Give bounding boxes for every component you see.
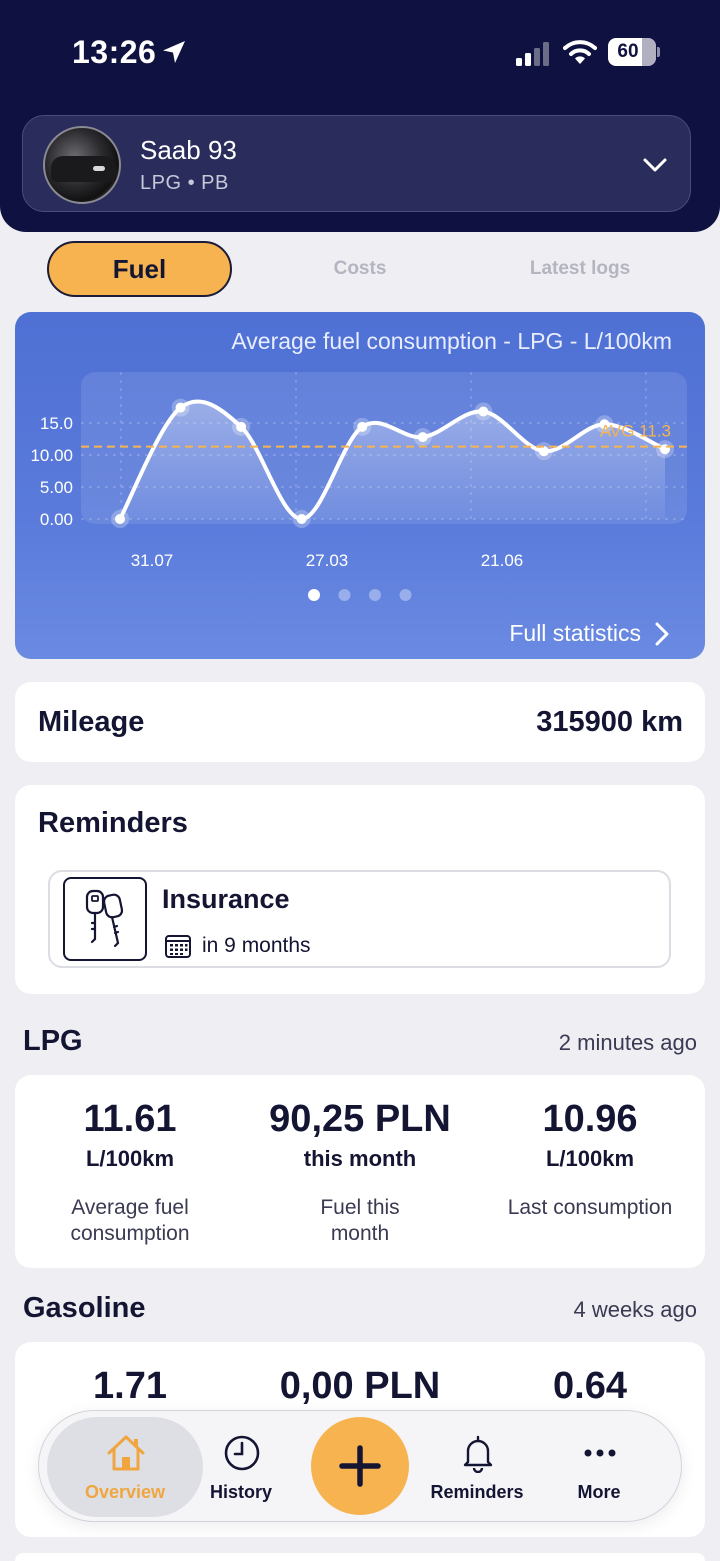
fuel-chart-card[interactable]: AVG 11.3 0.00 5.00 10.00 15.0 31.07 27.03 21.06… <box>15 312 705 659</box>
y-tick-label: 5.00 <box>40 478 73 497</box>
data-point <box>357 421 368 432</box>
tab-label: Overview <box>84 1482 166 1502</box>
page-dot <box>369 589 381 601</box>
average-label: AVG 11.3 <box>600 422 671 441</box>
stat-value: 0.64 <box>553 1365 627 1407</box>
data-point <box>478 406 489 417</box>
header: 13:26 60 Saab 93 LPG • PB <box>0 0 720 232</box>
stat-unit: L/100km <box>545 1146 635 1171</box>
calendar-icon <box>165 935 191 958</box>
chart-title: Average fuel consumption - LPG - L/100km <box>231 328 672 354</box>
reminder-name: Insurance <box>162 884 290 914</box>
location-arrow-icon <box>163 41 185 63</box>
tab-costs[interactable]: Costs <box>300 241 420 297</box>
status-bar: 13:26 60 <box>0 0 720 100</box>
x-tick-label: 31.07 <box>131 551 174 570</box>
stat-unit: L/100km <box>85 1146 175 1171</box>
tab-latest-logs[interactable]: Latest logs <box>490 241 670 297</box>
tab-history[interactable]: History <box>181 1411 301 1523</box>
stat-unit: this month <box>303 1146 417 1171</box>
page-dot <box>338 589 351 601</box>
lpg-section-title: LPG <box>23 1025 83 1057</box>
battery-level: 60 <box>617 41 639 62</box>
cellular-signal-icon <box>516 42 549 66</box>
data-point <box>236 421 247 432</box>
chevron-right-icon[interactable] <box>652 620 672 648</box>
stat-label: Fuel this month <box>320 1196 400 1245</box>
stat-value: 11.61 <box>83 1098 177 1140</box>
vehicle-name: Saab 93 <box>140 135 237 165</box>
tab-reminders[interactable]: Reminders <box>417 1411 537 1523</box>
reminder-due: in 9 months <box>202 934 311 957</box>
status-time: 13:26 <box>72 34 157 70</box>
chevron-down-icon <box>643 158 667 172</box>
data-point <box>115 514 125 524</box>
gasoline-updated: 4 weeks ago <box>573 1297 697 1322</box>
vehicle-avatar <box>43 126 121 204</box>
x-tick-label: 21.06 <box>481 551 524 570</box>
page-dot <box>308 589 320 601</box>
tab-overview[interactable]: Overview <box>47 1411 203 1523</box>
stat-value: 10.96 <box>542 1098 638 1140</box>
reminders-card: Reminders Insurance in 9 months <box>15 785 705 994</box>
add-entry-button[interactable] <box>311 1417 409 1515</box>
clock-icon <box>224 1435 260 1471</box>
stat-label: Average fuel consumption <box>70 1196 190 1245</box>
reminder-item[interactable]: Insurance in 9 months <box>48 870 671 968</box>
x-tick-label: 27.03 <box>306 551 349 570</box>
bell-icon <box>463 1435 493 1473</box>
y-tick-label: 10.00 <box>30 446 73 465</box>
wifi-icon <box>563 40 597 64</box>
data-point <box>296 514 307 524</box>
tab-label: More <box>577 1482 621 1502</box>
bottom-tab-bar: Overview History Reminders More <box>38 1410 682 1522</box>
vehicle-fuel-types: LPG • PB <box>140 172 229 194</box>
battery-indicator: 60 <box>608 38 660 66</box>
y-tick-label: 0.00 <box>40 510 73 529</box>
tab-more[interactable]: More <box>539 1411 659 1523</box>
reminders-title: Reminders <box>38 807 188 839</box>
next-card-edge <box>15 1553 705 1561</box>
mileage-value: 315900 km <box>536 706 683 738</box>
fuel-consumption-chart[interactable]: AVG 11.3 0.00 5.00 10.00 15.0 31.07 27.03 21.06 <box>15 312 705 659</box>
stat-value: 0,00 PLN <box>279 1365 441 1407</box>
plus-icon <box>339 1445 381 1487</box>
tab-label: History <box>209 1482 272 1502</box>
lpg-stats-card[interactable]: 11.61 L/100km Average fuel consumption 9… <box>15 1075 705 1268</box>
stat-label: Last consumption <box>507 1196 673 1219</box>
full-statistics-link[interactable]: Full statistics <box>509 620 641 647</box>
mileage-card[interactable]: Mileage 315900 km <box>15 682 705 762</box>
keys-icon <box>63 877 147 961</box>
tab-fuel[interactable]: Fuel <box>47 241 232 297</box>
ellipsis-icon <box>584 1449 616 1457</box>
chart-page-indicator[interactable] <box>305 587 425 603</box>
lpg-updated: 2 minutes ago <box>558 1030 697 1055</box>
mileage-label: Mileage <box>38 706 145 738</box>
tab-label: Reminders <box>430 1482 524 1502</box>
data-point <box>175 402 186 413</box>
stat-value: 1.71 <box>93 1365 167 1407</box>
y-tick-label: 15.0 <box>40 414 73 433</box>
vehicle-selector[interactable]: Saab 93 LPG • PB <box>22 115 691 212</box>
stat-value: 90,25 PLN <box>269 1098 451 1140</box>
gasoline-section-title: Gasoline <box>23 1292 146 1324</box>
data-point <box>417 432 428 443</box>
home-icon <box>107 1435 145 1471</box>
page-dot <box>399 589 412 601</box>
